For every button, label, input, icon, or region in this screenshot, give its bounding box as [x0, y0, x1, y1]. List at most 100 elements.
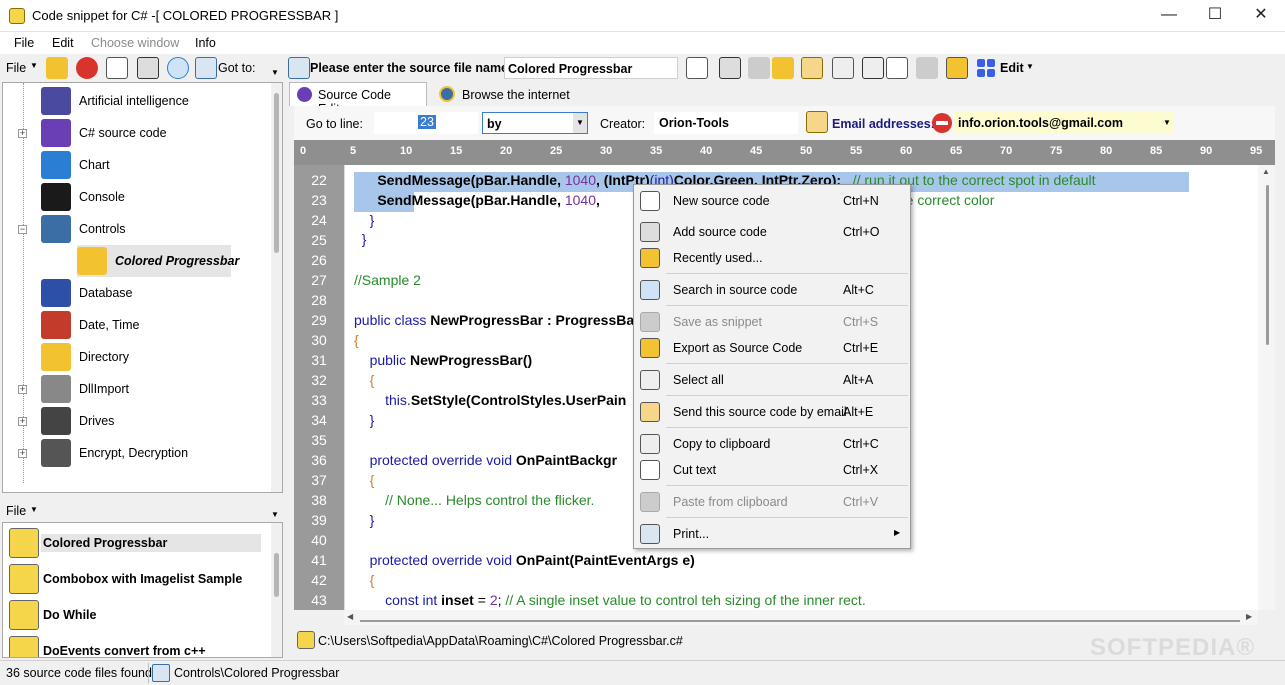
edit-dropdown[interactable]: Edit: [1000, 61, 1024, 75]
editor-vscroll-thumb[interactable]: [1266, 185, 1269, 345]
new-document-icon[interactable]: [686, 57, 708, 79]
remove-email-icon[interactable]: [932, 113, 952, 133]
context-menu-item[interactable]: Paste from clipboard Ctrl+V: [634, 490, 910, 514]
context-menu-shortcut: Alt+C: [843, 283, 874, 297]
tree-item[interactable]: + Encrypt, Decryption: [3, 437, 265, 469]
email-icon: [806, 111, 828, 133]
new-document-icon[interactable]: [106, 57, 128, 79]
file-list[interactable]: Colored Progressbar Combobox with Imageli…: [2, 522, 283, 658]
context-menu-item[interactable]: Save as snippet Ctrl+S: [634, 310, 910, 334]
tree-scrollbar[interactable]: [271, 83, 282, 492]
scissors-icon[interactable]: [886, 57, 908, 79]
select-all-icon[interactable]: [832, 57, 854, 79]
context-menu-item[interactable]: New source code Ctrl+N: [634, 189, 910, 213]
tree-item[interactable]: + C# source code: [3, 117, 265, 149]
goto-line-input[interactable]: 23: [374, 112, 478, 134]
list-item[interactable]: Colored Progressbar: [9, 525, 267, 561]
tree-item[interactable]: Directory: [3, 341, 265, 373]
expand-icon[interactable]: +: [18, 385, 27, 394]
list-item[interactable]: DoEvents convert from c++: [9, 633, 267, 658]
expand-icon[interactable]: +: [18, 417, 27, 426]
edit-grid-icon[interactable]: [977, 59, 995, 77]
source-file-name: Colored Progressbar: [508, 62, 633, 76]
context-menu-item[interactable]: Recently used...: [634, 246, 910, 270]
context-menu-item[interactable]: Send this source code by email Alt+E: [634, 400, 910, 424]
context-menu-item[interactable]: Add source code Ctrl+O: [634, 220, 910, 244]
minimize-button[interactable]: —: [1146, 0, 1192, 32]
category-tree[interactable]: Artificial intelligence + C# source code Ch…: [2, 82, 283, 493]
tree-item[interactable]: Artificial intelligence: [3, 85, 265, 117]
tree-item[interactable]: +−Controls: [3, 213, 265, 245]
list-scrollbar[interactable]: [271, 523, 282, 657]
tree-item[interactable]: Console: [3, 181, 265, 213]
email-icon[interactable]: [801, 57, 823, 79]
collapse-icon[interactable]: −: [18, 225, 27, 234]
export-icon[interactable]: [772, 57, 794, 79]
source-file-prompt: Please enter the source file name:: [310, 61, 513, 75]
stop-icon[interactable]: [76, 57, 98, 79]
search-icon[interactable]: [167, 57, 189, 79]
tree-scroll-thumb[interactable]: [274, 93, 279, 253]
context-menu-item[interactable]: Cut text Ctrl+X: [634, 458, 910, 482]
csharp-file-icon: [9, 636, 39, 657]
save-icon[interactable]: [748, 57, 770, 79]
goto-icon[interactable]: [195, 57, 217, 79]
creator-field[interactable]: Orion-Tools: [654, 112, 798, 134]
menu-separator: [666, 363, 908, 364]
goto-line-label: Go to line:: [306, 117, 363, 131]
code-line-41: protected override void OnPaint(PaintEve…: [369, 552, 695, 568]
list-item[interactable]: Do While: [9, 597, 267, 633]
context-menu-item[interactable]: Select all Alt+A: [634, 368, 910, 392]
add-code-icon[interactable]: [719, 57, 741, 79]
chevron-down-icon[interactable]: ▼: [271, 68, 279, 77]
chevron-down-icon: ▼: [573, 113, 587, 133]
tree-item[interactable]: + Drives: [3, 405, 265, 437]
context-menu-label: Send this source code by email: [673, 405, 847, 419]
menu-separator: [666, 273, 908, 274]
editor-vscrollbar[interactable]: ▲: [1258, 165, 1275, 610]
list-file-dropdown[interactable]: File: [6, 504, 26, 518]
menu-file[interactable]: File: [14, 36, 34, 50]
context-menu-item[interactable]: Search in source code Alt+C: [634, 278, 910, 302]
context-menu-item[interactable]: Export as Source Code Ctrl+E: [634, 336, 910, 360]
list-scroll-thumb[interactable]: [274, 553, 279, 597]
expand-icon[interactable]: +: [18, 129, 27, 138]
maximize-button[interactable]: ☐: [1192, 0, 1238, 32]
list-item-label: DoEvents convert from c++: [43, 644, 206, 658]
tree-item[interactable]: Database: [3, 277, 265, 309]
menu-info[interactable]: Info: [195, 36, 216, 50]
tab-source-code-editor[interactable]: Source Code Editor: [289, 82, 427, 116]
context-menu-shortcut: Ctrl+N: [843, 194, 879, 208]
chevron-right-icon[interactable]: ▶: [1246, 612, 1252, 621]
tab-browse-internet[interactable]: Browse the internet: [430, 84, 570, 106]
context-menu-item[interactable]: Copy to clipboard Ctrl+C: [634, 432, 910, 456]
paste-icon[interactable]: [916, 57, 938, 79]
menu-edit[interactable]: Edit: [52, 36, 74, 50]
search-by-select[interactable]: by ▼: [482, 112, 588, 134]
source-file-input[interactable]: Colored Progressbar: [504, 57, 678, 79]
copy-icon[interactable]: [862, 57, 884, 79]
tree-item[interactable]: Date, Time: [3, 309, 265, 341]
ruler-tick-label: 35: [650, 145, 663, 157]
chevron-up-icon[interactable]: ▲: [1262, 167, 1270, 176]
ruler-tick-label: 95: [1250, 145, 1263, 157]
editor-hscrollbar[interactable]: ◀ ▶: [344, 610, 1258, 625]
editor-hscroll-thumb[interactable]: [360, 620, 1240, 622]
tree-item[interactable]: Colored Progressbar: [3, 245, 265, 277]
add-code-icon[interactable]: [137, 57, 159, 79]
chevron-down-icon[interactable]: ▼: [271, 510, 279, 519]
chevron-left-icon[interactable]: ◀: [347, 612, 353, 621]
close-button[interactable]: ✕: [1238, 0, 1284, 32]
context-menu-item[interactable]: Print... ▶: [634, 522, 910, 546]
expand-icon[interactable]: +: [18, 449, 27, 458]
folder-open-icon[interactable]: [46, 57, 68, 79]
browser-search-icon[interactable]: [946, 57, 968, 79]
toolbar-file-dropdown[interactable]: File: [6, 61, 26, 75]
code-line-39: }: [369, 512, 375, 528]
email-select[interactable]: info.orion.tools@gmail.com ▼: [954, 112, 1174, 134]
tree-item[interactable]: + DllImport: [3, 373, 265, 405]
menu-choose-window[interactable]: Choose window: [91, 36, 179, 50]
tree-item[interactable]: Chart: [3, 149, 265, 181]
list-item[interactable]: Combobox with Imagelist Sample: [9, 561, 267, 597]
ruler-tick-label: 75: [1050, 145, 1063, 157]
